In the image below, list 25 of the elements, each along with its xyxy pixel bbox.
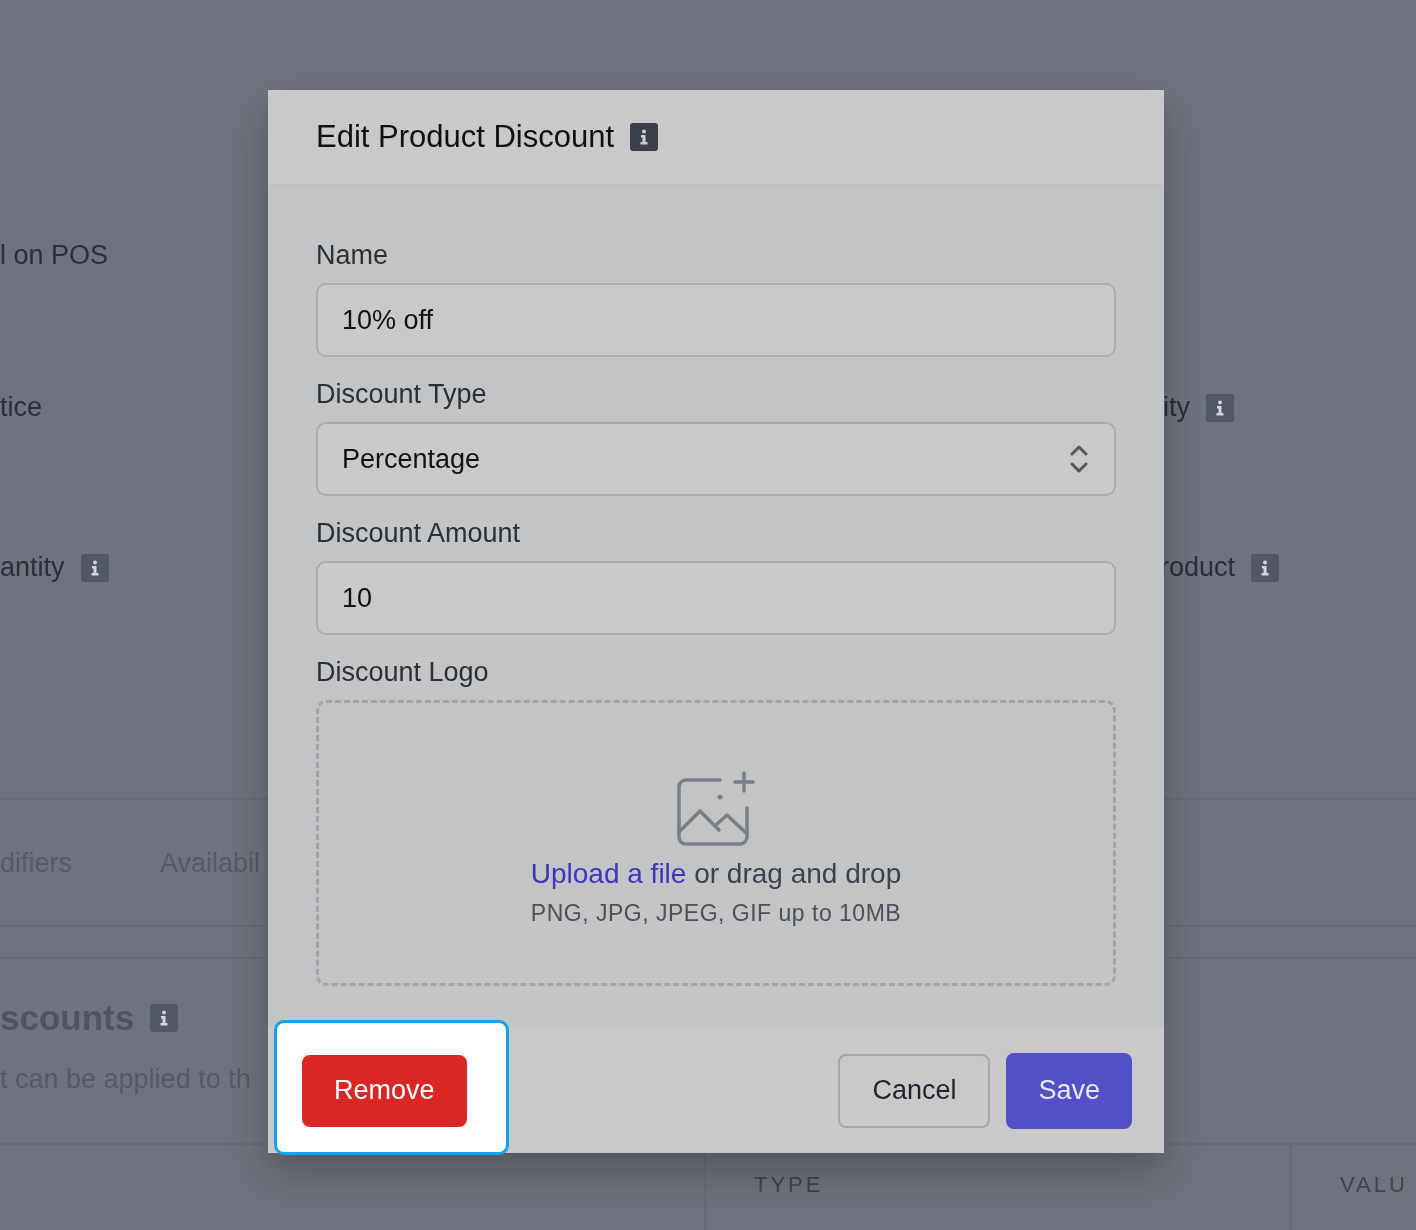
field-label: ity bbox=[1163, 392, 1190, 423]
upload-link[interactable]: Upload a file bbox=[530, 857, 687, 889]
info-icon bbox=[1206, 393, 1234, 422]
input-field[interactable]: 10 bbox=[316, 561, 1116, 635]
field-label: Discount Logo bbox=[316, 657, 490, 688]
dialog-title: Edit Product Discount bbox=[316, 119, 615, 155]
select-field[interactable]: Percentage bbox=[316, 422, 1116, 496]
info-icon bbox=[80, 553, 109, 582]
field-label: Discount Amount bbox=[316, 518, 522, 549]
input-field[interactable]: 10% off bbox=[316, 283, 1116, 357]
cancel-button[interactable]: Cancel bbox=[838, 1053, 991, 1128]
info-icon bbox=[630, 123, 659, 151]
remove-button[interactable]: Remove bbox=[302, 1054, 467, 1127]
save-button[interactable]: Save bbox=[1006, 1052, 1132, 1129]
field-label: Name bbox=[316, 240, 390, 271]
field-label: antity bbox=[0, 552, 65, 583]
field-label: Discount Type bbox=[316, 379, 488, 410]
info-icon bbox=[150, 1004, 179, 1032]
file-type-hint: PNG, JPG, JPEG, GIF up to 10MB bbox=[530, 899, 902, 927]
image-add-icon bbox=[676, 769, 756, 848]
info-icon bbox=[1251, 553, 1280, 582]
upload-instruction: Upload a file or drag and drop bbox=[530, 857, 902, 890]
field-label: tice bbox=[0, 392, 43, 423]
field-label: l on POS bbox=[0, 240, 109, 271]
upload-dropzone[interactable]: Upload a file or drag and drop PNG, JPG, JPEG, GIF up to 10MB bbox=[316, 700, 1116, 986]
